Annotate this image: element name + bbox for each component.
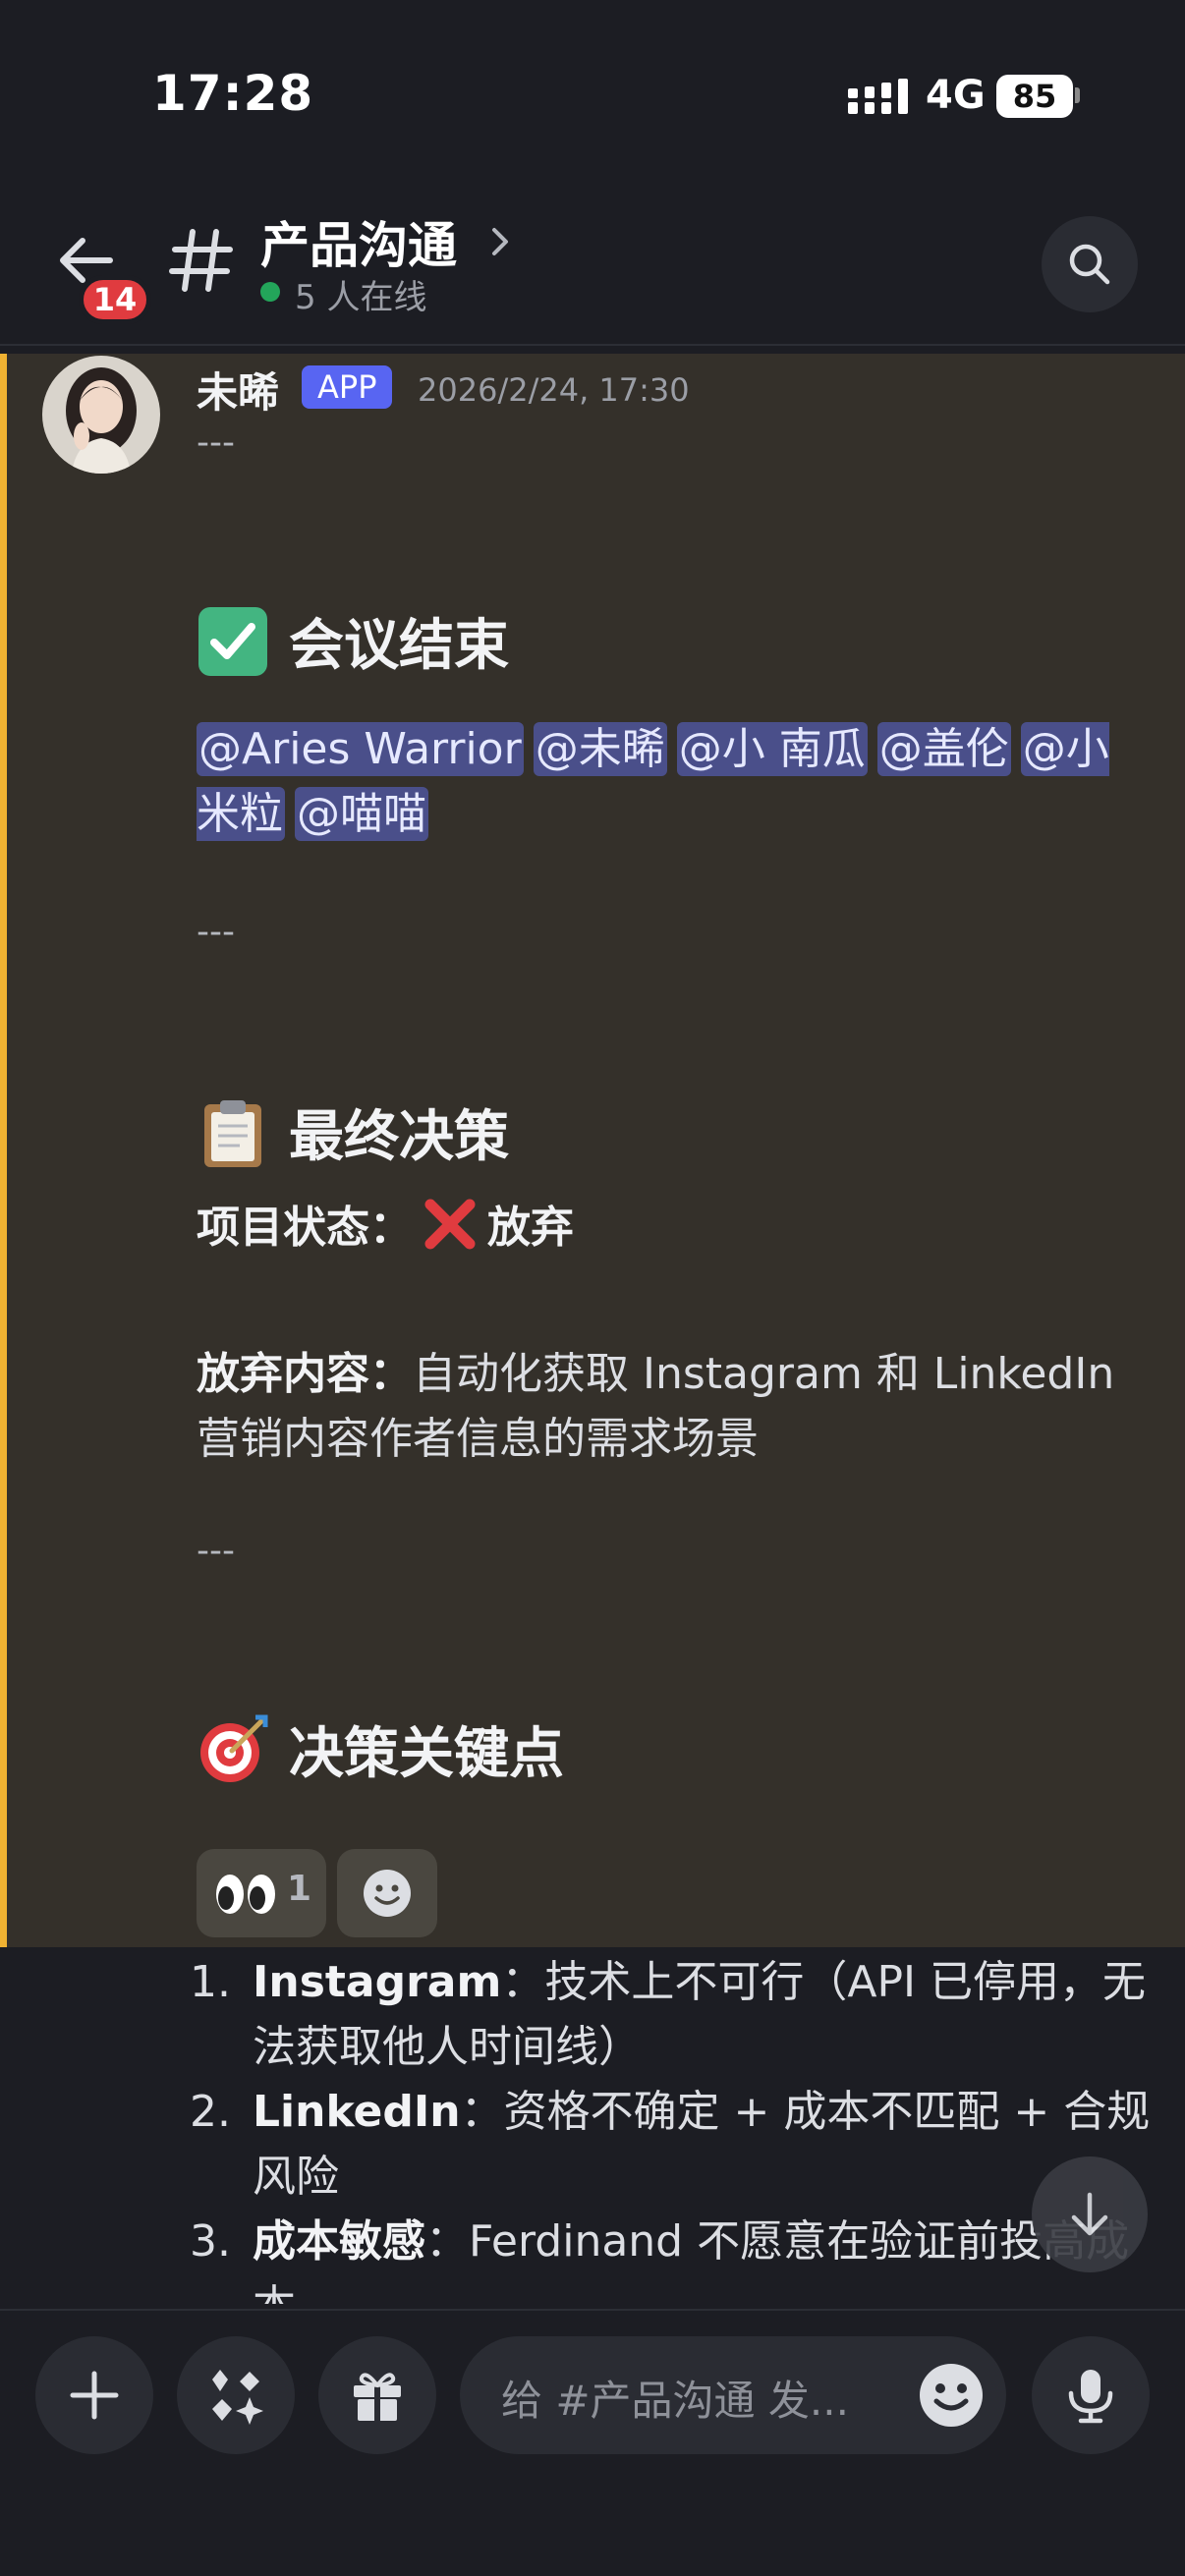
chevron-right-icon[interactable] [488, 222, 514, 261]
heading-text: 会议结束 [289, 614, 509, 678]
heading-meeting-ended: 会议结束 [197, 601, 509, 681]
abandon-content-line: 放弃内容：自动化获取 Instagram 和 LinkedIn 营销内容作者信息… [197, 1342, 1140, 1472]
project-status-line: 项目状态： 放弃 [197, 1195, 1140, 1260]
list-number: 1. [190, 1957, 231, 2007]
online-status-dot [260, 282, 280, 302]
highlighted-message[interactable]: 未晞 APP 2026/2/24, 17:30 --- 会议结束 @Aries … [0, 354, 1185, 1947]
gift-button[interactable] [318, 2336, 436, 2454]
markdown-divider: --- [197, 422, 235, 463]
list-number: 2. [190, 2087, 231, 2137]
heading-text: 最终决策 [289, 1105, 509, 1169]
decision-points-list: 1. Instagram：技术上不可行（API 已停用，无法获取他人时间线） 2… [0, 1950, 1185, 2304]
search-button[interactable] [1042, 216, 1138, 312]
message-input[interactable]: 给 #产品沟通 发... [460, 2336, 1006, 2454]
message-timestamp: 2026/2/24, 17:30 [418, 371, 690, 409]
status-value: 放弃 [487, 1203, 574, 1253]
mention[interactable]: @喵喵 [295, 787, 428, 841]
mention[interactable]: @未晞 [533, 722, 667, 776]
list-text: Instagram：技术上不可行（API 已停用，无法获取他人时间线） [253, 1950, 1157, 2080]
add-reaction-button[interactable] [337, 1849, 437, 1937]
network-type: 4G [926, 73, 986, 118]
list-text: LinkedIn：资格不确定 + 成本不匹配 + 合规风险 [253, 2080, 1157, 2210]
battery-icon: 85 [996, 75, 1073, 118]
voice-message-button[interactable] [1032, 2336, 1150, 2454]
microphone-icon [1068, 2370, 1113, 2424]
channel-name[interactable]: 产品沟通 [260, 206, 457, 277]
heading-text: 决策关键点 [289, 1722, 564, 1786]
apps-icon [212, 2370, 263, 2425]
plus-icon [70, 2371, 119, 2420]
arrow-down-icon [1071, 2192, 1108, 2236]
abandon-label: 放弃内容： [197, 1349, 413, 1399]
list-label: Instagram [253, 1957, 502, 2007]
status-time: 17:28 [152, 65, 314, 122]
reaction-count: 1 [287, 1869, 312, 1909]
mention[interactable]: @Aries Warrior [197, 722, 524, 776]
channel-header: 14 产品沟通 5 人在线 [0, 187, 1185, 346]
message-author[interactable]: 未晞 [197, 360, 279, 420]
attach-button[interactable] [35, 2336, 153, 2454]
app-badge: APP [302, 365, 393, 409]
heading-decision-points: 决策关键点 [197, 1709, 564, 1789]
status-label: 项目状态： [197, 1203, 413, 1253]
search-icon [1069, 244, 1110, 285]
reaction-eyes[interactable]: 1 [197, 1849, 326, 1937]
mention-list: @Aries Warrior @未晞 @小 南瓜 @盖伦 @小米粒 @喵喵 [197, 717, 1140, 847]
mention[interactable]: @小 南瓜 [676, 722, 868, 776]
jump-to-bottom-button[interactable] [1032, 2156, 1148, 2272]
status-bar: 17:28 4G 85 [0, 0, 1185, 187]
message-composer: 给 #产品沟通 发... [0, 2309, 1185, 2576]
cellular-signal-icon [848, 79, 908, 114]
list-text: 成本敏感：Ferdinand 不愿意在验证前投高成本 [253, 2210, 1157, 2304]
battery-tip [1075, 87, 1080, 103]
channel-hash-icon [169, 229, 233, 292]
list-number: 3. [190, 2216, 231, 2267]
eyes-icon [216, 1875, 275, 1914]
apps-button[interactable] [177, 2336, 295, 2454]
markdown-divider: --- [197, 1531, 235, 1571]
emoji-picker-icon[interactable] [918, 2362, 985, 2429]
list-label: LinkedIn [253, 2087, 461, 2137]
message-input-placeholder: 给 #产品沟通 发... [501, 2377, 849, 2425]
unread-count-badge: 14 [79, 275, 151, 324]
list-label: 成本敏感 [253, 2216, 425, 2267]
clipboard-icon [204, 1100, 261, 1167]
smiley-icon [364, 1870, 411, 1917]
markdown-divider: --- [197, 912, 235, 952]
heading-final-decision: 最终决策 [197, 1092, 509, 1172]
avatar[interactable] [42, 356, 160, 474]
cross-mark-icon [424, 1199, 476, 1250]
mention[interactable]: @盖伦 [876, 722, 1011, 776]
target-icon [200, 1714, 268, 1782]
check-mark-icon [198, 607, 267, 676]
gift-icon [354, 2373, 401, 2421]
online-count: 5 人在线 [295, 278, 427, 317]
